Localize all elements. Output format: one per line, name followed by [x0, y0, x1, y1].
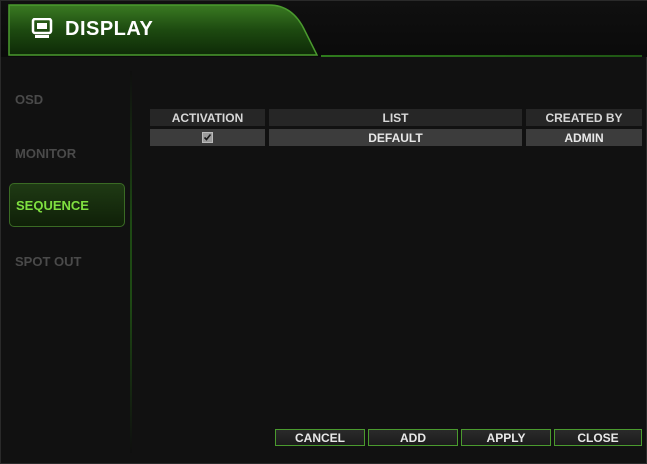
title-divider [321, 55, 642, 57]
sidebar-item-label: OSD [15, 91, 44, 107]
sidebar-item-osd[interactable]: OSD [9, 77, 125, 121]
column-header-created-by: CREATED BY [526, 109, 642, 126]
activation-checkbox[interactable] [202, 132, 213, 143]
sidebar-item-label: SPOT OUT [15, 253, 82, 269]
display-dialog: DISPLAY OSD MONITOR SEQUENCE SPOT OUT AC… [0, 0, 647, 464]
window-title: DISPLAY [65, 18, 154, 40]
column-header-activation: ACTIVATION [150, 109, 265, 126]
apply-button[interactable]: APPLY [461, 429, 551, 446]
column-header-list: LIST [269, 109, 522, 126]
sidebar-divider [130, 71, 132, 453]
table-row-created-by-cell[interactable]: ADMIN [526, 129, 642, 146]
table-row-list-cell[interactable]: DEFAULT [269, 129, 522, 146]
sidebar-item-monitor[interactable]: MONITOR [9, 131, 125, 175]
cancel-button[interactable]: CANCEL [275, 429, 365, 446]
sidebar-item-label: SEQUENCE [16, 197, 89, 213]
close-button[interactable]: CLOSE [554, 429, 642, 446]
table-row-activation-cell[interactable] [150, 129, 265, 146]
sidebar-item-spot-out[interactable]: SPOT OUT [9, 239, 125, 283]
title-tab: DISPLAY [1, 1, 321, 57]
title-bar: DISPLAY [1, 1, 647, 57]
sidebar-item-label: MONITOR [15, 145, 77, 161]
monitor-icon [31, 18, 53, 40]
sidebar-item-sequence[interactable]: SEQUENCE [9, 183, 125, 227]
add-button[interactable]: ADD [368, 429, 458, 446]
